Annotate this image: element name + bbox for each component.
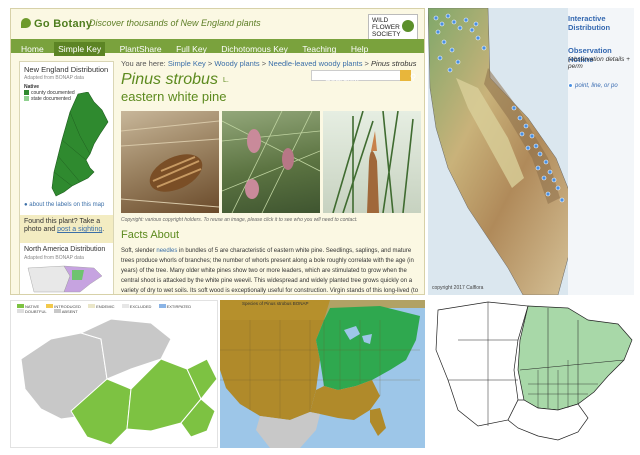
interactive-distribution-title: Interactive Distribution: [568, 14, 611, 32]
na-distribution-source: Adapted from BONAP data: [24, 255, 84, 261]
legend-excluded: EXCLUDED: [121, 304, 152, 309]
legend-doubtful: DOUBTFUL: [17, 309, 47, 314]
canada-map-legend: NATIVE INTRODUCED ENDEMIC EXCLUDED EXTIR…: [17, 304, 217, 314]
post-sighting-link[interactable]: post a sighting: [57, 226, 102, 233]
breadcrumb-simple-key[interactable]: Simple Key: [168, 59, 206, 68]
legend-endemic-label: ENDEMIC: [96, 304, 115, 309]
breadcrumb: You are here: Simple Key > Woody plants …: [121, 59, 417, 68]
breadcrumb-current: Pinus strobus: [371, 59, 417, 68]
site-logo[interactable]: Go Botany: [21, 18, 92, 30]
facts-body: Soft, slender needles in bundles of 5 ar…: [121, 246, 421, 294]
north-america-range-map[interactable]: [428, 300, 634, 448]
new-england-map[interactable]: [50, 92, 110, 200]
photo-new-shoot[interactable]: [323, 111, 421, 213]
map-info-panel: Interactive Distribution Observation Hot…: [568, 8, 634, 295]
endemic-swatch: [88, 304, 96, 308]
facts-title: Facts About: [121, 229, 180, 241]
site-header: Go Botany Discover thousands of New Engl…: [11, 9, 424, 40]
county-swatch: [24, 90, 29, 95]
breadcrumb-woody-plants[interactable]: Woody plants: [214, 59, 259, 68]
breadcrumb-needle-leaved[interactable]: Needle-leaved woody plants: [268, 59, 362, 68]
society-line-3: SOCIETY: [372, 31, 401, 38]
nav-simple-key[interactable]: Simple Key: [54, 42, 106, 56]
nav-home[interactable]: Home: [21, 42, 44, 56]
california-terrain-map[interactable]: [428, 8, 578, 295]
scientific-name: Pinus strobus: [121, 71, 218, 88]
mini-absent-area: [27, 265, 71, 293]
ne-distribution-title: New England Distribution: [24, 65, 109, 74]
ne-region: [51, 92, 109, 197]
post-sighting-box: Found this plant? Take a photo and post …: [20, 215, 113, 243]
bonap-county-map: Species of Pinus strobus BONAP: [220, 300, 425, 448]
photo-bark-cone[interactable]: [121, 111, 219, 213]
main-content: You are here: Simple Key > Woody plants …: [121, 53, 421, 294]
ne-distribution-source: Adapted from BONAP data: [24, 75, 84, 81]
extirpated-swatch: [158, 304, 166, 308]
north-america-mini-map[interactable]: [24, 262, 112, 295]
go-botany-page: Go Botany Discover thousands of New Engl…: [10, 8, 425, 295]
legend-excluded-label: EXCLUDED: [129, 304, 152, 309]
native-swatch: [17, 304, 24, 308]
introduced-swatch: [46, 304, 54, 308]
society-logo[interactable]: WILD FLOWER SOCIETY: [368, 14, 418, 40]
legend-doubtful-label: DOUBTFUL: [25, 309, 47, 314]
canada-distribution-map: NATIVE INTRODUCED ENDEMIC EXCLUDED EXTIR…: [10, 300, 218, 448]
leaf-logo-icon: [21, 18, 31, 28]
legend-extirpated: EXTIRPATED: [158, 304, 192, 309]
common-name: eastern white pine: [121, 89, 227, 104]
facts-text-start: Soft, slender: [121, 248, 157, 254]
legend-label: point, line, or po: [575, 83, 618, 89]
bonap-map-title: Species of Pinus strobus BONAP: [242, 301, 309, 306]
canada-map[interactable]: [11, 319, 218, 448]
north-america-outline-map: [428, 300, 634, 448]
legend-endemic: ENDEMIC: [88, 304, 115, 309]
needles-link[interactable]: needles: [156, 248, 177, 254]
site-tagline: Discover thousands of New England plants: [89, 18, 261, 28]
map-legend: point, line, or po: [568, 83, 618, 89]
point-dot-icon: [568, 83, 573, 88]
absent-swatch: [53, 309, 61, 313]
breadcrumb-prefix: You are here:: [121, 59, 166, 68]
state-swatch: [24, 96, 29, 101]
us-county-distribution-map[interactable]: [220, 300, 425, 448]
society-leaf-icon: [402, 20, 414, 32]
observation-subtitle: (observation details + perm: [568, 56, 630, 70]
na-distribution-title: North America Distribution: [24, 246, 106, 253]
legend-extirpated-label: EXTIRPATED: [166, 304, 192, 309]
photo-needles-cones[interactable]: [222, 111, 320, 213]
excluded-swatch: [121, 304, 129, 308]
calflora-copyright: copyright 2017 Calflora: [432, 285, 484, 291]
labels-link-text: about the labels on this map: [29, 202, 105, 208]
main-nav: Home Simple Key PlantShare Full Key Dich…: [11, 39, 424, 83]
labels-link[interactable]: ● about the labels on this map: [24, 202, 104, 208]
legend-absent: ABSENT: [53, 309, 78, 314]
photo-credit: Copyright: various copyright holders. To…: [121, 217, 358, 223]
facts-text-rest: in bundles of 5 are characteristic of ea…: [121, 248, 419, 294]
author-abbreviation: L.: [223, 77, 229, 84]
mini-green-area: [72, 270, 84, 280]
legend-absent-label: ABSENT: [61, 309, 78, 314]
sidebar: New England Distribution Adapted from BO…: [19, 61, 114, 295]
california-distribution-map: Interactive Distribution Observation Hot…: [428, 8, 634, 295]
doubtful-swatch: [17, 309, 24, 313]
